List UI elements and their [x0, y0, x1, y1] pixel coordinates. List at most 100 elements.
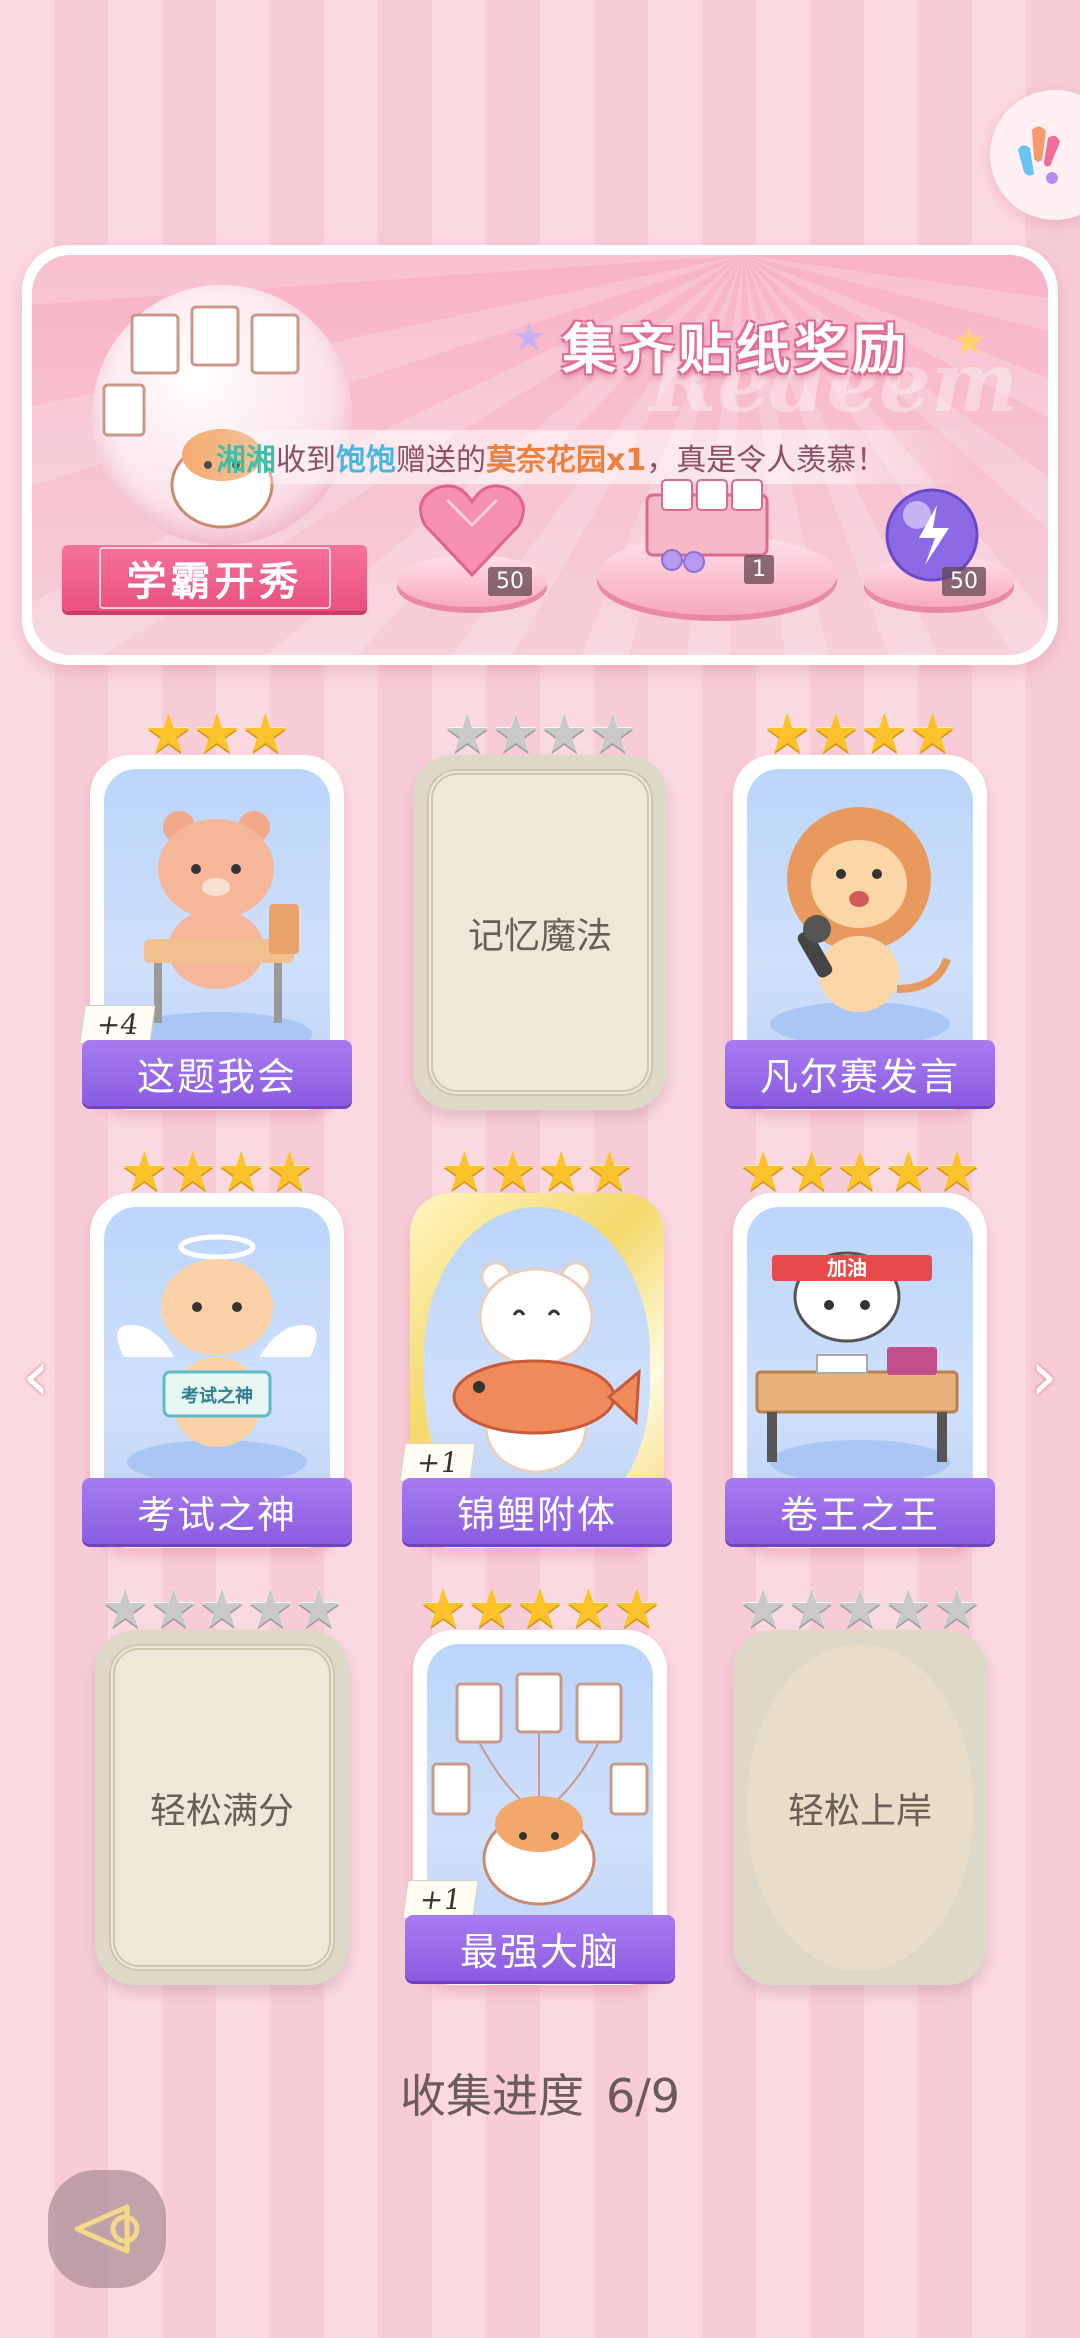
star-icon: ★ — [787, 1140, 836, 1203]
sticker-card-2[interactable]: ★ ★ ★ ★ 凡尔赛发言 — [725, 707, 995, 1110]
sticker-card-3[interactable]: ★ ★ ★ ★ 考试之神 考试之神 — [82, 1145, 352, 1548]
sticker-title: 考试之神 — [82, 1478, 352, 1544]
album-cover-bubble[interactable] — [92, 285, 352, 545]
duplicate-count-badge: +1 — [402, 1880, 480, 1919]
sticker-title: 锦鲤附体 — [402, 1478, 672, 1544]
star-icon: ★ — [585, 1140, 634, 1203]
star-rating: ★ ★ ★ ★ ★ — [419, 1582, 661, 1636]
pink-heart-gem-icon[interactable] — [417, 480, 527, 580]
star-icon: ★ — [738, 1577, 788, 1640]
sticker-card-7[interactable]: ★ ★ ★ ★ ★ +1 最强大脑 — [402, 1582, 675, 1985]
sticker-card-1[interactable]: ★ ★ ★ ★ 记忆魔法 — [413, 707, 667, 1110]
star-icon: ★ — [192, 702, 242, 765]
sticker-card-8[interactable]: ★ ★ ★ ★ ★ 轻松上岸 — [733, 1582, 987, 1985]
star-rating: ★ ★ ★ ★ — [440, 1145, 634, 1199]
duplicate-count-badge: +4 — [79, 1005, 157, 1044]
sticker-card-5[interactable]: ★ ★ ★ ★ ★ 加油 卷王之王 — [725, 1145, 995, 1548]
star-icon: ★ — [443, 702, 492, 765]
star-icon: ★ — [835, 1577, 885, 1640]
sticker-art-locked: 轻松上岸 — [747, 1644, 973, 1971]
sticker-title: 最强大脑 — [405, 1915, 675, 1981]
sticker-reward-banner: Redeem ★ ★ 集齐贴纸奖励 学霸开秀 湘湘 收到 饱饱 赠送的 莫奈花园… — [22, 245, 1058, 665]
locked-sticker-name: 轻松满分 — [149, 1790, 294, 1832]
marquee-text: 收到 — [276, 443, 336, 478]
album-name: 学霸开秀 — [98, 547, 331, 609]
star-icon: ★ — [120, 1140, 169, 1203]
headband-text: 加油 — [826, 1256, 867, 1280]
sticker-card-0[interactable]: ★ ★ ★ +4 这题我会 — [79, 707, 352, 1110]
star-icon: ★ — [246, 1577, 295, 1640]
star-icon: ★ — [418, 1577, 468, 1640]
star-icon: ★ — [787, 1577, 836, 1640]
locked-sticker-name: 记忆魔法 — [467, 915, 612, 957]
back-arrow-icon — [74, 2204, 140, 2254]
star-icon: ★ — [100, 1577, 150, 1640]
star-icon: ★ — [884, 1140, 933, 1203]
star-icon: ★ — [835, 1140, 885, 1203]
progress-label: 收集进度 — [399, 2069, 584, 2123]
star-icon: ★ — [884, 1577, 933, 1640]
star-icon: ★ — [197, 1577, 247, 1640]
back-button[interactable] — [48, 2170, 166, 2288]
star-icon: ★ — [932, 1140, 982, 1203]
gift-item-name: 莫奈花园x1 — [486, 443, 647, 478]
star-rating: ★ ★ ★ ★ ★ — [739, 1145, 981, 1199]
duplicate-count-badge: +1 — [399, 1443, 477, 1482]
sticker-art-locked: 轻松满分 — [109, 1644, 335, 1971]
banner-title: 集齐贴纸奖励 — [562, 317, 910, 381]
star-icon: ★ — [763, 702, 812, 765]
reward-count: 50 — [942, 567, 986, 596]
progress-value: 6/9 — [605, 2069, 681, 2123]
star-icon: ★ — [467, 1577, 516, 1640]
star-icon: ★ — [932, 1577, 982, 1640]
star-icon: ★ — [488, 1140, 537, 1203]
color-palette-button[interactable] — [990, 90, 1080, 220]
sticker-card-4[interactable]: ★ ★ ★ ★ +1 锦鲤附体 — [399, 1145, 672, 1548]
locked-sticker-name: 轻松上岸 — [787, 1790, 932, 1832]
star-icon: ★ — [491, 702, 540, 765]
sticker-art-locked: 记忆魔法 — [427, 769, 653, 1096]
star-rating: ★ ★ ★ ★ — [763, 707, 957, 761]
sticker-title: 这题我会 — [82, 1040, 352, 1106]
reward-count: 1 — [744, 555, 774, 584]
star-rating: ★ ★ ★ ★ ★ — [739, 1582, 981, 1636]
sticker-title: 凡尔赛发言 — [725, 1040, 995, 1106]
star-icon: ★ — [217, 1140, 266, 1203]
star-icon: ★ — [588, 702, 637, 765]
sender-name: 湘湘 — [216, 443, 276, 478]
star-rating: ★ ★ ★ ★ ★ — [101, 1582, 343, 1636]
paint-splash-icon — [1018, 126, 1060, 184]
star-icon: ★ — [738, 1140, 788, 1203]
star-icon: ★ — [168, 1140, 217, 1203]
star-icon: ★ — [149, 1577, 198, 1640]
marquee-text: 赠送的 — [396, 443, 486, 478]
star-icon: ★ — [540, 702, 589, 765]
sign-text: 考试之神 — [181, 1385, 253, 1407]
star-deco-icon: ★ — [512, 315, 547, 359]
star-icon: ★ — [537, 1140, 586, 1203]
star-icon: ★ — [241, 702, 290, 765]
sticker-card-6[interactable]: ★ ★ ★ ★ ★ 轻松满分 — [95, 1582, 349, 1985]
star-rating: ★ ★ ★ ★ — [120, 1145, 314, 1199]
star-icon: ★ — [440, 1140, 489, 1203]
star-icon: ★ — [294, 1577, 344, 1640]
star-rating: ★ ★ ★ — [144, 707, 289, 761]
giver-name: 饱饱 — [336, 443, 396, 478]
star-icon: ★ — [564, 1577, 613, 1640]
star-icon: ★ — [265, 1140, 314, 1203]
gift-announcement-marquee: 湘湘 收到 饱饱 赠送的 莫奈花园x1 ，真是令人羡慕！ — [172, 430, 972, 484]
reward-count: 50 — [488, 567, 532, 596]
next-page-arrow[interactable]: › — [1030, 1335, 1058, 1417]
star-deco-icon: ★ — [952, 319, 987, 363]
star-icon: ★ — [860, 702, 909, 765]
star-icon: ★ — [515, 1577, 565, 1640]
collection-progress: 收集进度 6/9 — [0, 2060, 1080, 2126]
star-icon: ★ — [612, 1577, 662, 1640]
star-icon: ★ — [144, 702, 193, 765]
star-icon: ★ — [811, 702, 860, 765]
album-name-ribbon: 学霸开秀 — [62, 545, 367, 611]
star-icon: ★ — [908, 702, 957, 765]
cat-with-papers-icon — [102, 305, 300, 529]
star-rating: ★ ★ ★ ★ — [443, 707, 637, 761]
prev-page-arrow[interactable]: ‹ — [22, 1335, 50, 1417]
